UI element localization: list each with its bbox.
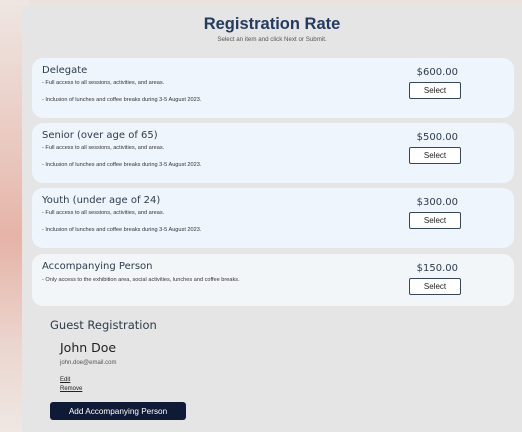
rate-price: $500.00 [416, 132, 458, 143]
rate-description-line: - Inclusion of lunches and coffee breaks… [42, 162, 202, 168]
guest-name: John Doe [60, 340, 117, 355]
guest-registration-heading: Guest Registration [50, 318, 157, 332]
rate-card-delegate[interactable]: Delegate - Full access to all sessions, … [32, 58, 514, 118]
rate-price: $150.00 [416, 263, 458, 274]
guest-email: john.doe@email.com [60, 360, 117, 366]
rate-description-line: - Full access to all sessions, activitie… [42, 80, 165, 86]
rate-card-accompanying-person[interactable]: Accompanying Person - Only access to the… [32, 254, 514, 306]
rate-description-line: - Inclusion of lunches and coffee breaks… [42, 97, 202, 103]
rate-description-line: - Full access to all sessions, activitie… [42, 210, 165, 216]
rate-price: $300.00 [416, 197, 458, 208]
rate-card-senior[interactable]: Senior (over age of 65) - Full access to… [32, 123, 514, 183]
rate-name: Youth (under age of 24) [42, 195, 161, 206]
select-button-accompanying-person[interactable]: Select [409, 278, 461, 295]
registration-panel: Registration Rate Select an item and cli… [22, 6, 522, 432]
remove-guest-link[interactable]: Remove [60, 386, 82, 392]
page-subtitle: Select an item and click Next or Submit. [217, 36, 327, 43]
rate-name: Senior (over age of 65) [42, 130, 158, 141]
page-title: Registration Rate [203, 15, 341, 33]
rate-name: Delegate [42, 65, 88, 76]
select-button-senior[interactable]: Select [409, 147, 461, 164]
select-button-delegate[interactable]: Select [409, 82, 461, 99]
rate-description-line: - Inclusion of lunches and coffee breaks… [42, 227, 202, 233]
add-accompanying-person-button[interactable]: Add Accompanying Person [50, 402, 186, 420]
select-button-youth[interactable]: Select [409, 212, 461, 229]
rate-name: Accompanying Person [42, 261, 153, 272]
rate-card-youth[interactable]: Youth (under age of 24) - Full access to… [32, 188, 514, 248]
edit-guest-link[interactable]: Edit [60, 377, 70, 383]
rate-description-line: - Only access to the exhibition area, so… [42, 277, 240, 283]
rate-price: $600.00 [416, 67, 458, 78]
rate-description-line: - Full access to all sessions, activitie… [42, 145, 165, 151]
